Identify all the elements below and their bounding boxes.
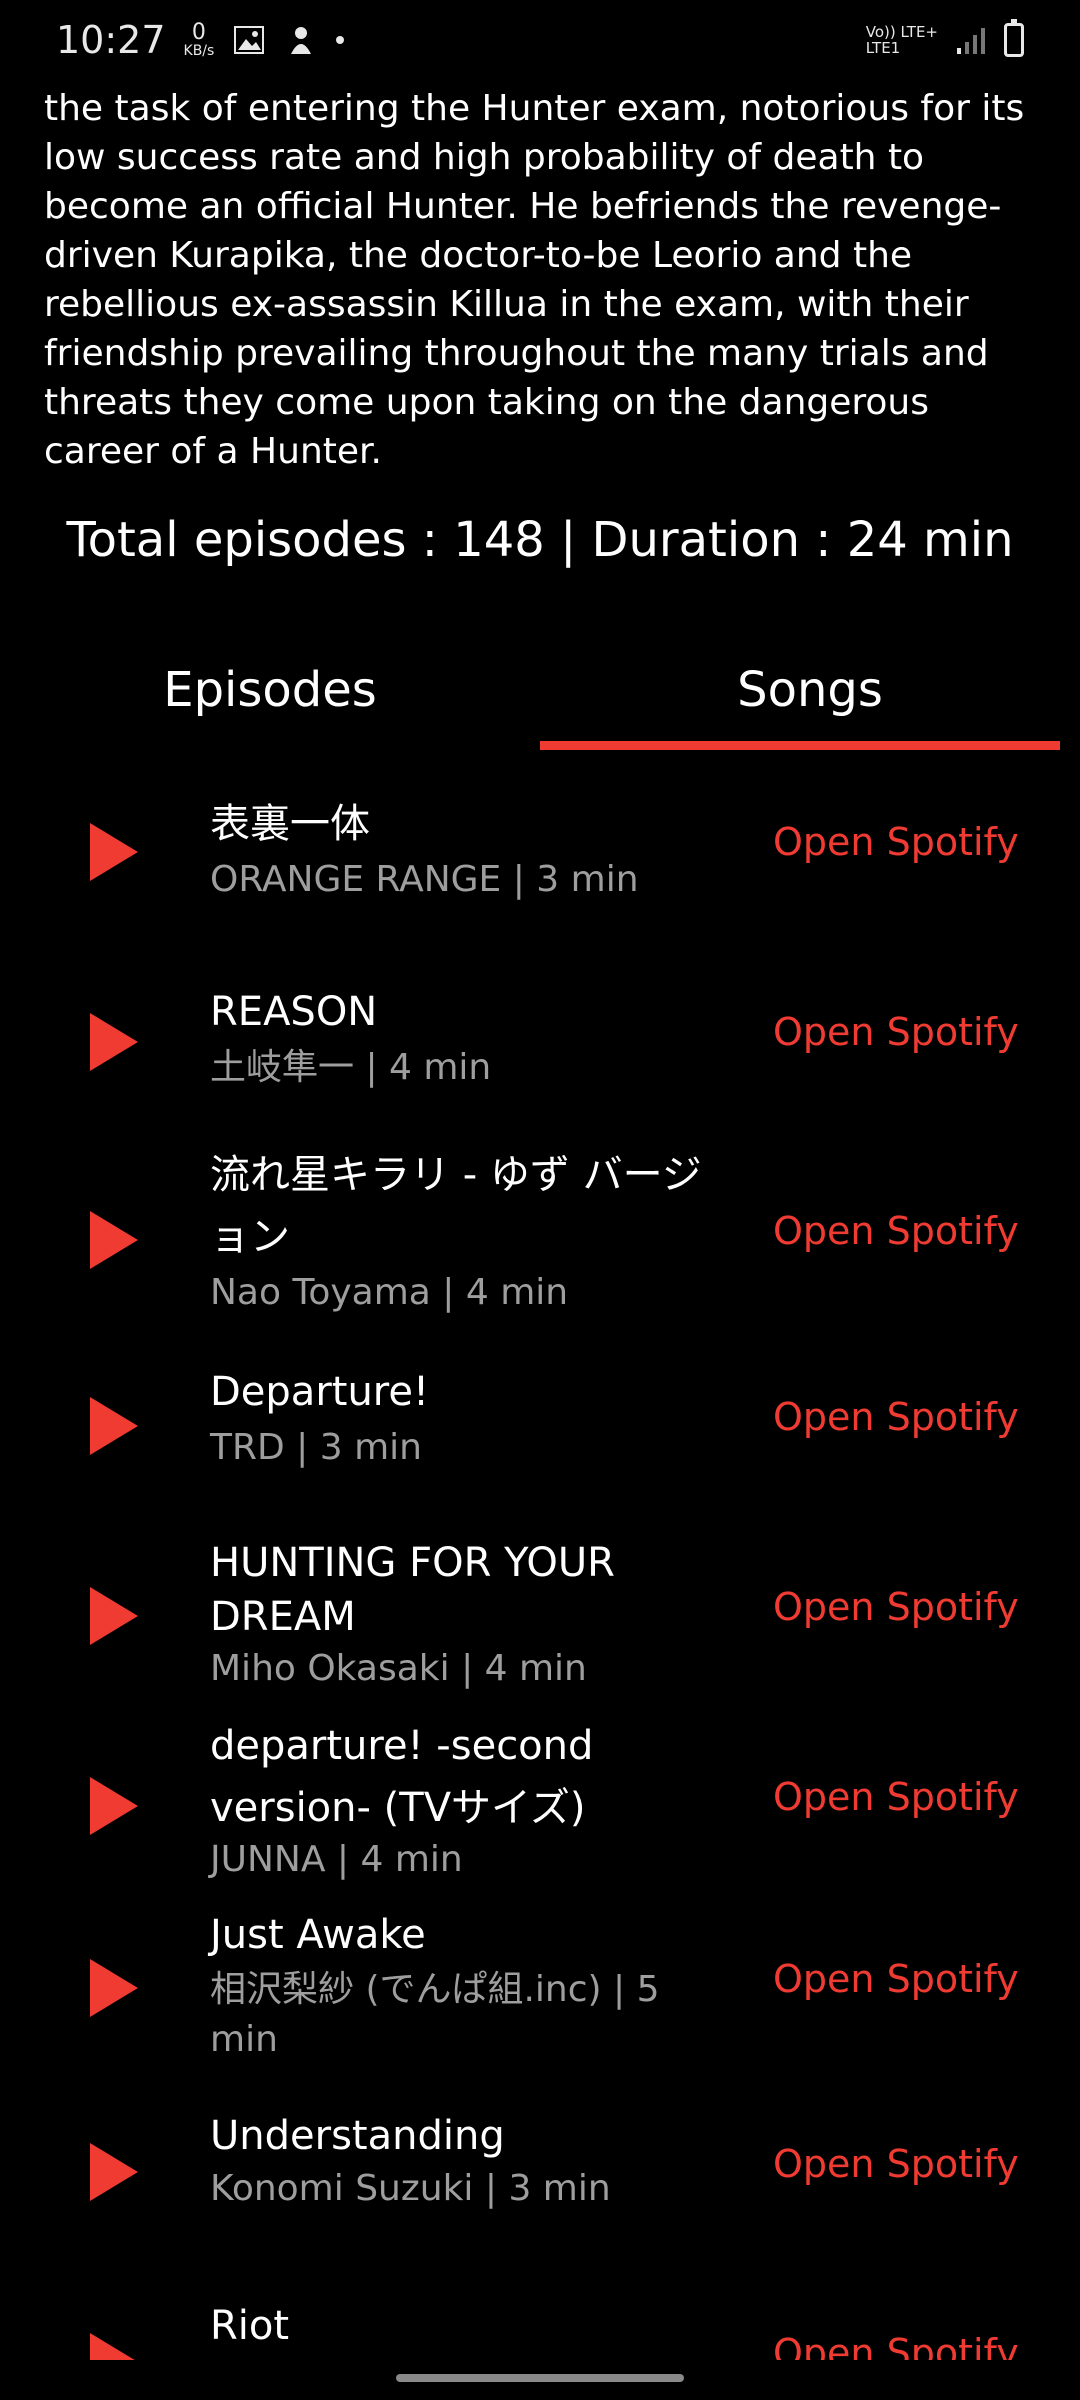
play-icon[interactable] [90, 1777, 138, 1835]
song-artist-duration: ORANGE RANGE | 3 min [210, 859, 639, 900]
song-title: Just Awake [210, 1912, 426, 1958]
song-title: REASON [210, 989, 378, 1035]
episode-summary: Total episodes : 148 | Duration : 24 min [66, 512, 1014, 568]
status-time: 10:27 [56, 18, 166, 62]
network-speed-value: 0 [191, 20, 206, 45]
play-icon[interactable] [90, 1013, 138, 1071]
network-label-line2: LTE1 [865, 39, 901, 57]
song-row[interactable]: departure! -second version- (TVサイズ) JUNN… [0, 1715, 1080, 1890]
play-icon[interactable] [90, 1211, 138, 1269]
song-artist-duration: 相沢梨紗 (でんぱ組.inc) | 5 min [210, 1969, 660, 2060]
song-artist-duration: JUNNA | 4 min [210, 1839, 463, 1880]
open-spotify-link[interactable]: Open Spotify [773, 1209, 1019, 1253]
network-label: Vo)) LTE+ LTE1 [866, 24, 938, 56]
open-spotify-link[interactable]: Open Spotify [773, 1395, 1019, 1439]
play-icon[interactable] [90, 2143, 138, 2201]
open-spotify-link[interactable]: Open Spotify [773, 1775, 1019, 1819]
open-spotify-link[interactable]: Open Spotify [773, 1010, 1019, 1054]
song-row[interactable]: HUNTING FOR YOUR DREAM Miho Okasaki | 4 … [0, 1530, 1080, 1700]
song-row[interactable]: 表裏一体 ORANGE RANGE | 3 min Open Spotify [0, 775, 1080, 925]
open-spotify-link[interactable]: Open Spotify [773, 2331, 1019, 2360]
song-title: 表裏一体 [210, 801, 370, 847]
network-speed: 0 KB/s [183, 20, 215, 59]
play-icon[interactable] [90, 2333, 138, 2360]
open-spotify-link[interactable]: Open Spotify [773, 2142, 1019, 2186]
song-title: Understanding [210, 2113, 505, 2159]
song-artist-duration: 土岐隼一 | 4 min [210, 1047, 492, 1088]
app-notification-icon [284, 23, 318, 57]
song-artist-duration: TRD | 3 min [210, 1427, 422, 1468]
song-artist-duration: Konomi Suzuki | 3 min [210, 2168, 611, 2209]
open-spotify-link[interactable]: Open Spotify [773, 1957, 1019, 2001]
song-row[interactable]: REASON 土岐隼一 | 4 min Open Spotify [0, 965, 1080, 1115]
song-row[interactable]: 流れ星キラリ - ゆず バージョン Nao Toyama | 4 min Ope… [0, 1140, 1080, 1340]
play-icon[interactable] [90, 823, 138, 881]
play-icon[interactable] [90, 1397, 138, 1455]
song-row[interactable]: Just Awake 相沢梨紗 (でんぱ組.inc) | 5 min Open … [0, 1905, 1080, 2065]
song-title: Riot [210, 2303, 290, 2349]
network-speed-unit: KB/s [183, 43, 215, 59]
open-spotify-link[interactable]: Open Spotify [773, 1585, 1019, 1629]
battery-charging-icon [1004, 19, 1024, 57]
home-indicator[interactable] [396, 2374, 684, 2382]
content-area: the task of entering the Hunter exam, no… [0, 0, 1080, 2360]
song-row[interactable]: Departure! TRD | 3 min Open Spotify [0, 1355, 1080, 1505]
tab-episodes[interactable]: Episodes [0, 630, 540, 750]
song-title: Departure! [210, 1369, 430, 1415]
open-spotify-link[interactable]: Open Spotify [773, 820, 1019, 864]
tab-songs[interactable]: Songs [540, 630, 1080, 750]
song-title: departure! -second version- (TVサイズ) [210, 1723, 594, 1831]
status-bar: 10:27 0 KB/s Vo)) LTE+ LTE1 [0, 0, 1080, 80]
song-row[interactable]: Riot Open Spotify [0, 2295, 1080, 2360]
play-icon[interactable] [90, 1587, 138, 1645]
more-notifications-dot-icon [336, 36, 345, 44]
signal-strength-icon [954, 23, 988, 57]
song-title: 流れ星キラリ - ゆず バージョン [210, 1152, 702, 1260]
gallery-icon [232, 23, 266, 57]
song-title: HUNTING FOR YOUR DREAM [210, 1540, 615, 1640]
anime-description: the task of entering the Hunter exam, no… [44, 88, 1025, 472]
song-artist-duration: Miho Okasaki | 4 min [210, 1648, 587, 1689]
tab-bar: Episodes Songs [0, 630, 1080, 750]
song-artist-duration: Nao Toyama | 4 min [210, 1272, 569, 1313]
selected-tab-indicator [540, 741, 1060, 750]
play-icon[interactable] [90, 1959, 138, 2017]
song-row[interactable]: Understanding Konomi Suzuki | 3 min Open… [0, 2100, 1080, 2250]
